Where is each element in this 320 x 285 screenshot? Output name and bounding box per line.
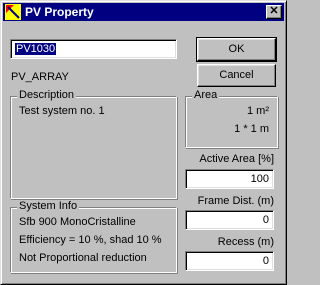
name-field[interactable]: PV1030	[10, 39, 177, 59]
system-info-caption: System Info	[17, 200, 80, 212]
area-group: Area 1 m² 1 * 1 m	[185, 89, 278, 148]
cancel-button[interactable]: Cancel	[197, 64, 276, 87]
system-info-line: Efficiency = 10 %, shad 10 %	[19, 234, 162, 246]
system-info-group: System Info Sfb 900 MonoCristalline Effi…	[10, 200, 177, 273]
area-value: 1 m²	[247, 105, 269, 117]
description-caption: Description	[17, 89, 77, 101]
close-icon: ✕	[269, 5, 279, 17]
system-info-line: Not Proportional reduction	[19, 252, 147, 264]
pv-property-dialog: PV Property ✕ PV1030 OK Cancel PV_ARRAY …	[0, 0, 287, 285]
area-caption: Area	[192, 89, 220, 101]
recess-input[interactable]: 0	[185, 251, 274, 271]
title-bar[interactable]: PV Property ✕	[3, 3, 284, 21]
description-group: Description Test system no. 1	[10, 89, 177, 199]
name-field-value: PV1030	[15, 43, 57, 55]
active-area-input[interactable]: 100	[185, 169, 274, 189]
system-info-line: Sfb 900 MonoCristalline	[19, 216, 136, 228]
ok-button[interactable]: OK	[196, 37, 277, 62]
window-title: PV Property	[25, 5, 94, 19]
recess-label: Recess (m)	[217, 236, 274, 248]
pv-app-icon	[5, 4, 21, 20]
description-text: Test system no. 1	[19, 105, 105, 117]
type-label: PV_ARRAY	[11, 71, 69, 83]
frame-dist-input[interactable]: 0	[185, 210, 274, 230]
area-dimensions: 1 * 1 m	[234, 123, 269, 135]
frame-dist-label: Frame Dist. (m)	[197, 195, 274, 207]
close-button[interactable]: ✕	[266, 5, 282, 19]
active-area-label: Active Area [%]	[199, 153, 274, 165]
